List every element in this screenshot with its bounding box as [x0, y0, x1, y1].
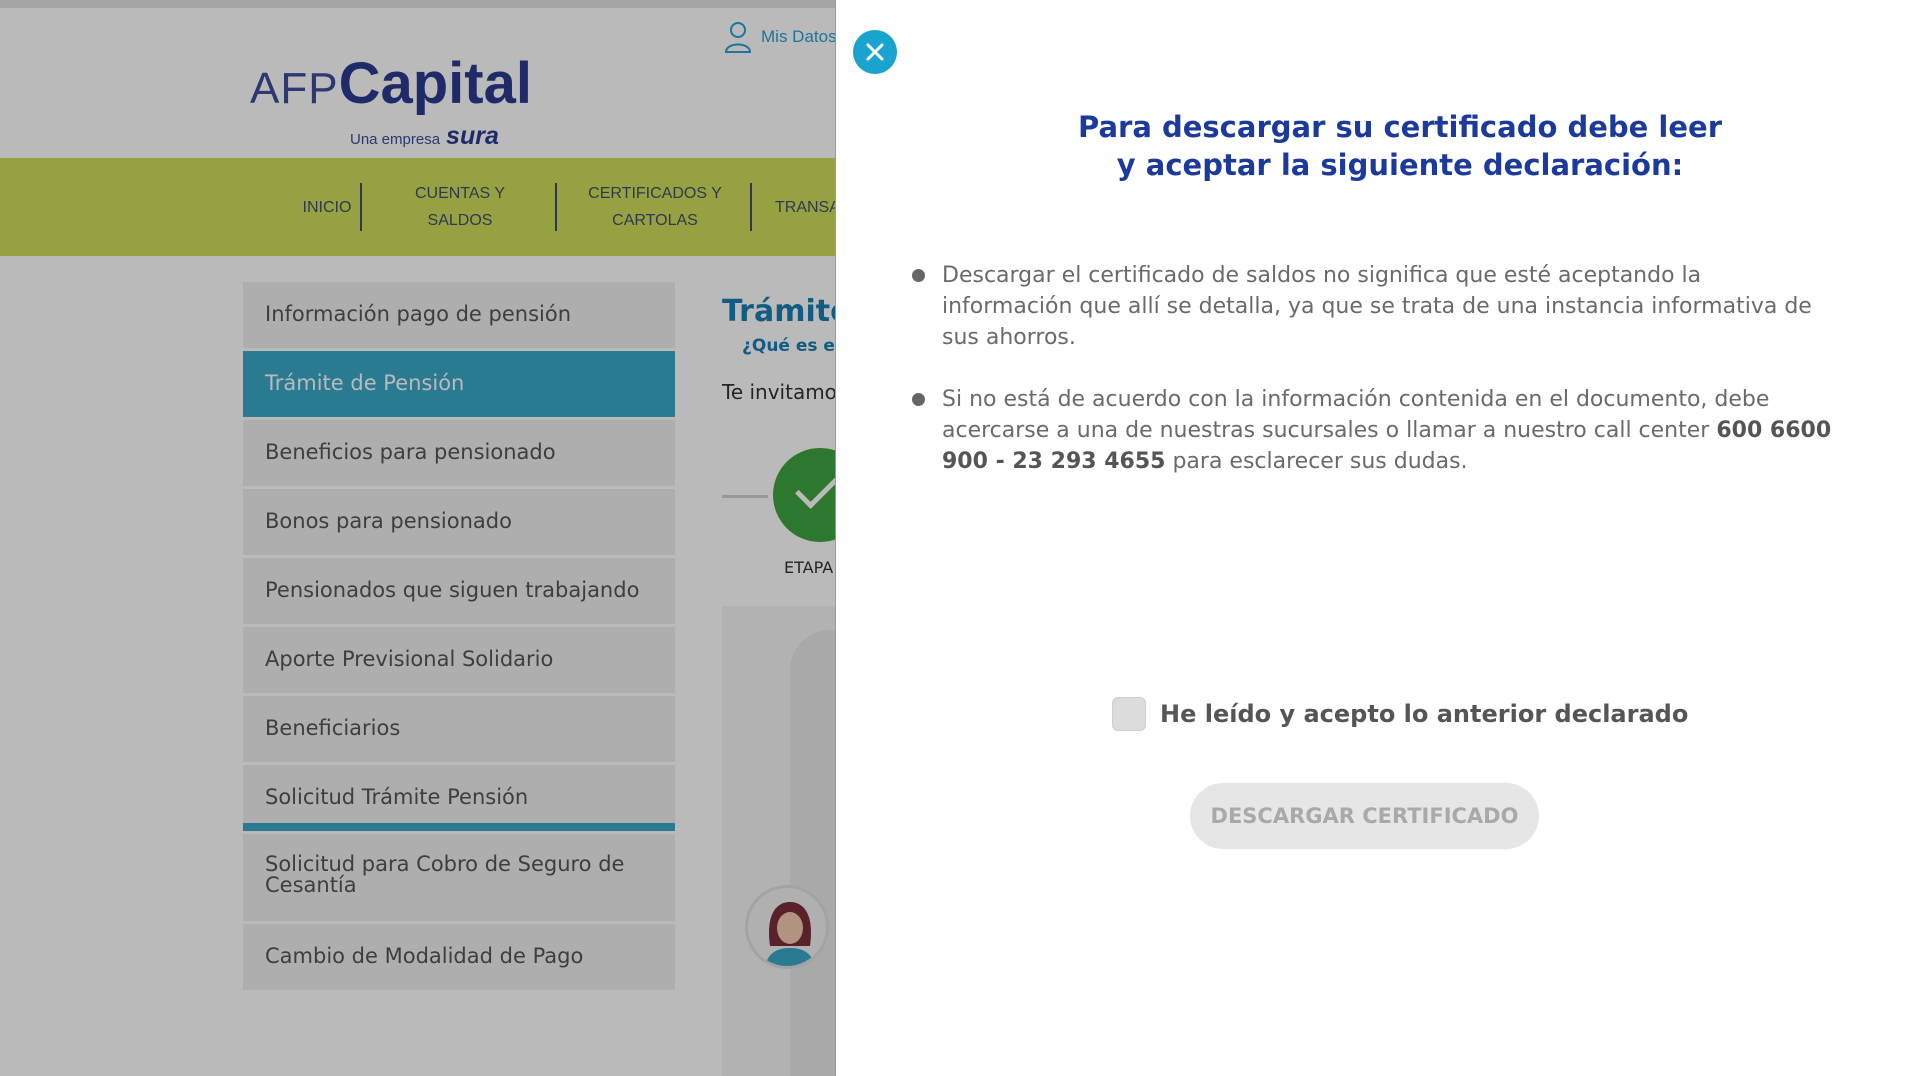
declaration-item: Si no está de acuerdo con la información… — [912, 384, 1832, 477]
bullet-icon — [912, 269, 925, 282]
download-certificate-button[interactable]: DESCARGAR CERTIFICADO — [1190, 783, 1539, 849]
phone-number-1: 600 6600 — [1716, 418, 1832, 443]
modal-title-line1: Para descargar su certificado debe leer — [1077, 110, 1723, 144]
bullet-icon — [912, 393, 925, 406]
phone-number-2: 900 - 23 293 4655 — [942, 449, 1166, 474]
modal-backdrop[interactable] — [0, 0, 835, 1076]
declaration-text: Descargar el certificado de saldos no si… — [942, 263, 1812, 350]
close-button[interactable] — [853, 30, 897, 74]
modal-title-line2: y aceptar la siguiente declaración: — [1116, 148, 1684, 182]
modal-title: Para descargar su certificado debe leer … — [1050, 108, 1750, 184]
close-icon — [866, 43, 884, 61]
accept-label[interactable]: He leído y acepto lo anterior declarado — [1160, 700, 1688, 728]
declaration-list: Descargar el certificado de saldos no si… — [912, 260, 1832, 508]
declaration-text-end: para esclarecer sus dudas. — [1165, 449, 1468, 474]
accept-checkbox[interactable] — [1112, 697, 1146, 731]
declaration-item: Descargar el certificado de saldos no si… — [912, 260, 1832, 353]
accept-row: He leído y acepto lo anterior declarado — [1112, 697, 1688, 731]
declaration-text: Si no está de acuerdo con la información… — [942, 387, 1770, 443]
